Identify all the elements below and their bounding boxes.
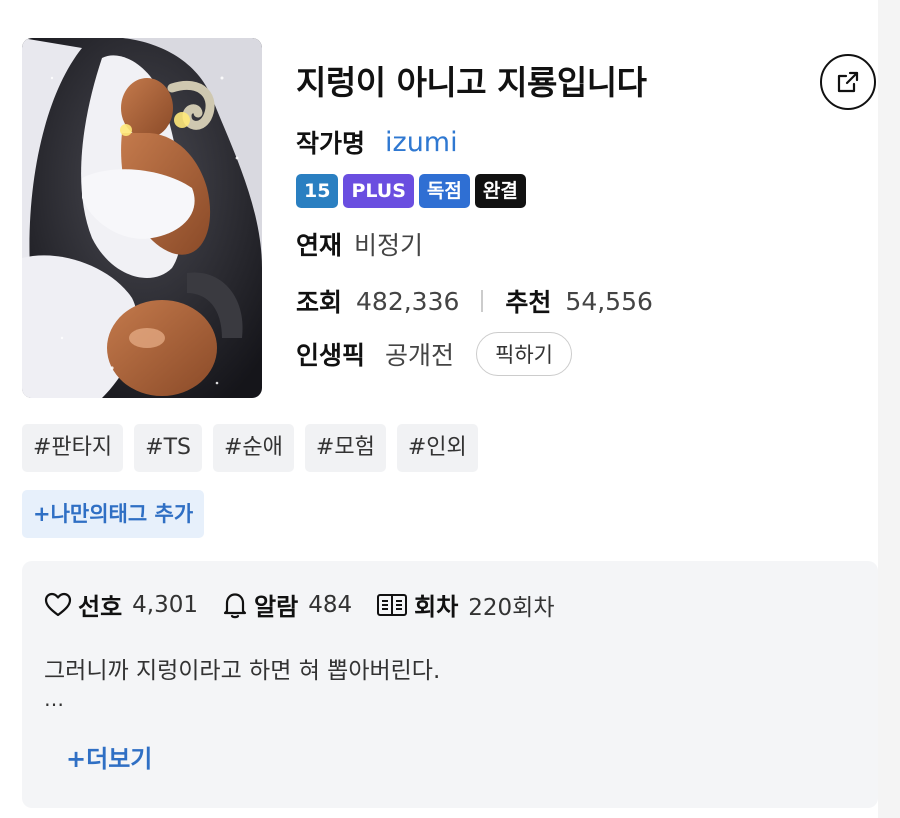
stats-row: 조회 482,336 추천 54,556: [296, 283, 653, 319]
alarm-label: 알람: [254, 593, 299, 621]
synopsis-text: 그러니까 지렁이라고 하면 혀 뽑아버린다.: [44, 658, 441, 684]
views-label: 조회: [296, 288, 343, 317]
author-name-link[interactable]: izumi: [385, 127, 458, 158]
serial-label: 연재: [296, 231, 343, 260]
author-label: 작가명: [296, 129, 366, 158]
scrollbar-track: [878, 0, 900, 818]
tag-pure-love[interactable]: #순애: [213, 424, 294, 472]
favorite-label: 선호: [78, 593, 123, 621]
cover-image[interactable]: [22, 38, 262, 398]
pick-status: 공개전: [385, 341, 455, 370]
episodes-label: 회차: [414, 593, 459, 621]
book-icon: [376, 592, 408, 618]
exclusive-badge: 독점: [418, 174, 470, 208]
info-panel: 선호 4,301 알람 484 회차 220회차 그러니까 지렁이라고 하면 혀…: [22, 561, 878, 808]
age-rating-badge: 15: [296, 174, 339, 208]
info-stats: 선호 4,301 알람 484 회차 220회차: [44, 587, 579, 622]
novel-title: 지렁이 아니고 지룡입니다: [296, 63, 647, 102]
bell-icon[interactable]: [222, 591, 248, 619]
serial-value: 비정기: [354, 231, 424, 260]
badges-row: 15 PLUS 독점 완결: [296, 174, 526, 208]
views-value: 482,336: [356, 286, 460, 316]
tag-adventure[interactable]: #모험: [304, 424, 386, 472]
tag-list: #판타지 #TS #순애 #모험 #인외: [22, 424, 478, 472]
recommend-value: 54,556: [565, 286, 653, 316]
recommend-label: 추천: [505, 288, 552, 317]
completed-badge: 완결: [474, 174, 526, 208]
share-icon: [837, 71, 859, 93]
heart-icon[interactable]: [44, 592, 72, 618]
plus-badge: PLUS: [343, 174, 414, 208]
share-button[interactable]: [820, 54, 876, 110]
author-row: 작가명 izumi: [296, 124, 458, 160]
synopsis-ellipsis: …: [44, 687, 64, 711]
serial-row: 연재 비정기: [296, 226, 423, 262]
pick-row: 인생픽 공개전 픽하기: [296, 332, 572, 376]
tag-ts[interactable]: #TS: [134, 424, 202, 472]
alarm-count: 484: [308, 591, 353, 618]
pick-button[interactable]: 픽하기: [476, 332, 572, 376]
show-more-button[interactable]: +더보기: [66, 739, 152, 774]
pick-label: 인생픽: [296, 341, 366, 370]
favorite-count: 4,301: [132, 591, 199, 618]
tag-nonhuman[interactable]: #인외: [396, 424, 478, 472]
add-my-tag-button[interactable]: +나만의태그 추가: [22, 490, 205, 538]
episodes-count: 220회차: [468, 594, 555, 621]
stats-divider: [481, 290, 484, 312]
tag-fantasy[interactable]: #판타지: [22, 424, 124, 472]
